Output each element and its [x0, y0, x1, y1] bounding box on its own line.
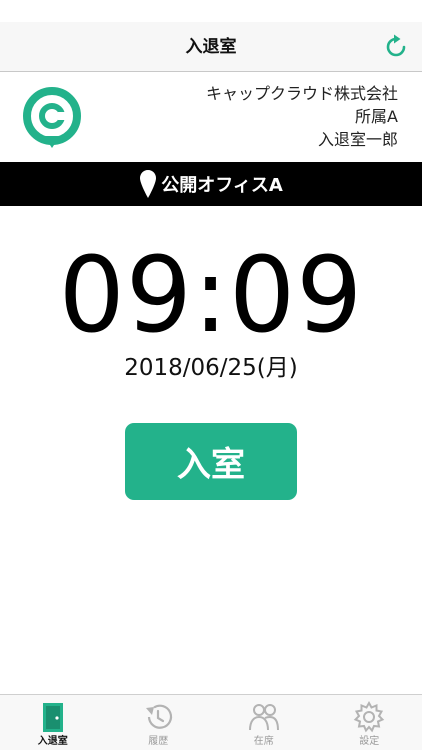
tab-label: 在席: [253, 736, 274, 747]
location-name: 公開オフィスA: [161, 175, 283, 196]
company-info: キャップクラウド株式会社 所属A 入退室一郎: [0, 72, 422, 162]
refresh-icon[interactable]: [382, 33, 410, 61]
company-name: キャップクラウド株式会社: [205, 84, 398, 103]
page-title: 入退室: [185, 37, 237, 57]
gear-icon: [354, 700, 385, 733]
department-name: 所属A: [355, 107, 398, 126]
location-bar: 公開オフィスA: [0, 162, 422, 206]
map-pin-icon: [140, 170, 157, 198]
tab-history[interactable]: 履歴: [106, 695, 212, 750]
door-icon: [42, 703, 63, 732]
status-bar: [0, 0, 422, 22]
tab-label: 設定: [359, 736, 380, 747]
current-time: 09:09: [58, 234, 364, 356]
navigation-bar: 入退室: [0, 22, 422, 72]
tab-entry-exit[interactable]: 入退室: [0, 695, 106, 750]
tab-label: 入退室: [37, 736, 68, 747]
tab-label: 履歴: [148, 736, 169, 747]
tab-presence[interactable]: 在席: [211, 695, 317, 750]
enter-button[interactable]: 入室: [125, 423, 297, 500]
tab-bar: 入退室 履歴 在席 設定: [0, 694, 422, 750]
user-name: 入退室一郎: [317, 130, 398, 149]
current-date: 2018/06/25(月): [124, 355, 298, 381]
brand-logo-icon: [23, 87, 81, 148]
tab-settings[interactable]: 設定: [317, 695, 422, 750]
history-icon: [146, 704, 173, 729]
people-icon: [248, 704, 279, 731]
